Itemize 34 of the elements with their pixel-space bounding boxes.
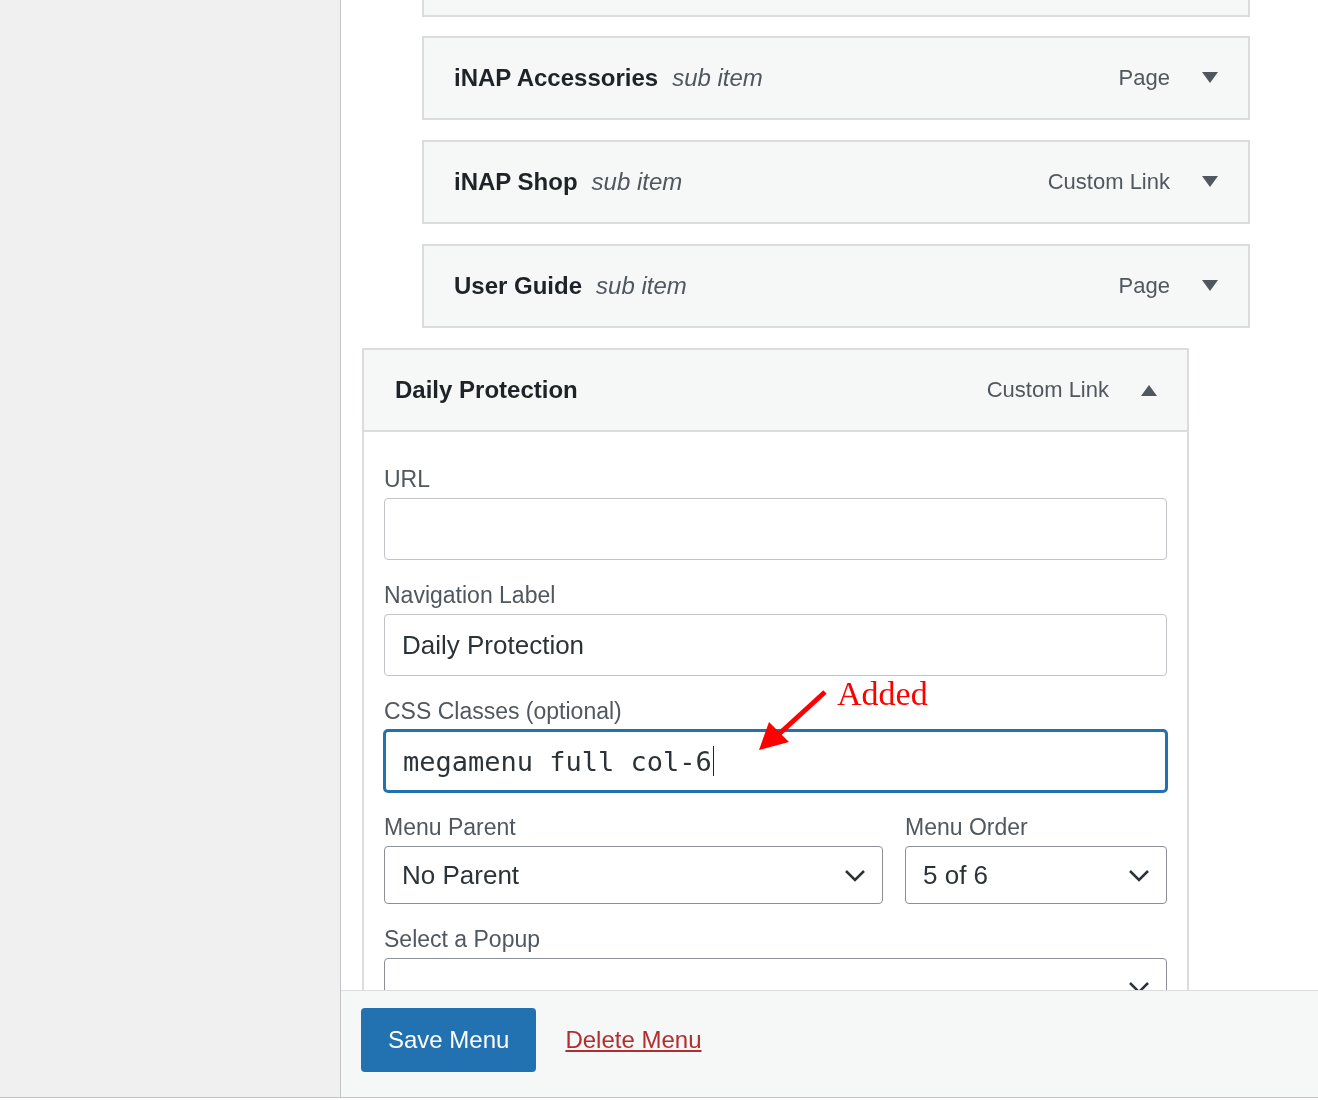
- field-label: Navigation Label: [384, 581, 557, 610]
- chevron-down-icon: [1128, 868, 1150, 882]
- menu-item-title: User Guide: [454, 272, 583, 300]
- menu-item-type: Custom Link: [1047, 169, 1170, 195]
- field-label: Menu Parent: [384, 813, 517, 842]
- annotation-text: Added: [837, 674, 928, 714]
- menu-item-type: Custom Link: [986, 377, 1109, 403]
- save-menu-button[interactable]: Save Menu: [361, 1008, 537, 1072]
- sub-item-label: sub item: [596, 272, 687, 300]
- navigation-label-field[interactable]: Daily Protection: [384, 614, 1167, 676]
- collapse-arrow-icon[interactable]: [1141, 384, 1157, 396]
- sub-item-label: sub item: [672, 64, 763, 92]
- menu-parent-select[interactable]: No Parent: [384, 846, 883, 904]
- url-field[interactable]: [384, 498, 1167, 560]
- expand-arrow-icon[interactable]: [1202, 72, 1218, 84]
- menu-item-title: iNAP Shop: [454, 168, 578, 196]
- sub-item-label: sub item: [591, 168, 683, 196]
- chevron-down-icon: [844, 868, 866, 882]
- css-classes-field[interactable]: megamenu full col-6: [384, 730, 1167, 792]
- delete-menu-link[interactable]: Delete Menu: [565, 1026, 702, 1054]
- field-label: Select a Popup: [384, 925, 541, 954]
- field-label: Menu Order: [905, 813, 1029, 842]
- menu-item-type: Page: [1118, 273, 1170, 299]
- menu-item-type: Page: [1118, 65, 1170, 91]
- expand-arrow-icon[interactable]: [1202, 176, 1218, 188]
- field-label: CSS Classes (optional): [384, 697, 623, 726]
- menu-item-title: Daily Protection: [395, 376, 578, 404]
- menu-item-header[interactable]: Daily Protection Custom Link: [364, 350, 1187, 432]
- menu-order-select[interactable]: 5 of 6: [905, 846, 1167, 904]
- chevron-down-icon: [1128, 980, 1150, 990]
- field-label: URL: [384, 465, 431, 494]
- menu-item-title: iNAP Accessories: [454, 64, 659, 92]
- arrow-icon: [759, 688, 829, 752]
- expand-arrow-icon[interactable]: [1202, 280, 1218, 292]
